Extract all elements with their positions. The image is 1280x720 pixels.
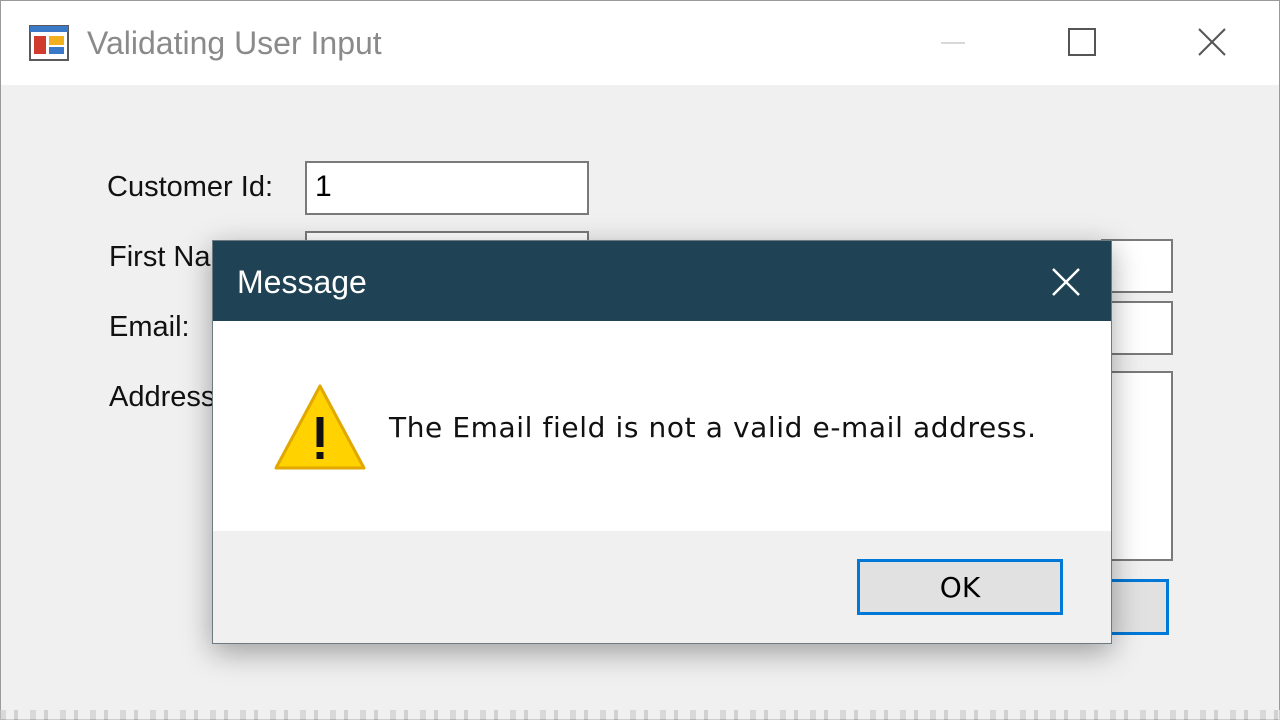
app-icon	[29, 25, 69, 61]
close-icon	[1052, 268, 1080, 296]
close-button[interactable]	[1177, 15, 1247, 71]
submit-button[interactable]	[1109, 579, 1169, 635]
address-label: Address	[109, 381, 216, 413]
close-icon	[1198, 28, 1226, 56]
dialog-body: The Email field is not a valid e-mail ad…	[213, 321, 1111, 531]
email-label: Email:	[109, 311, 190, 343]
customer-id-label: Customer Id:	[107, 171, 273, 203]
first-name-label: First Na	[109, 241, 211, 273]
customer-id-value: 1	[315, 170, 332, 203]
maximize-icon	[1068, 28, 1096, 56]
dialog-message: The Email field is not a valid e-mail ad…	[389, 411, 1037, 444]
window-title: Validating User Input	[87, 25, 382, 61]
warning-icon	[273, 383, 367, 471]
taskbar-edge	[0, 710, 1280, 720]
message-dialog: Message The Email field is not a valid e…	[212, 240, 1112, 644]
dialog-close-button[interactable]	[1039, 257, 1091, 305]
minimize-icon	[941, 42, 965, 44]
dialog-titlebar[interactable]: Message	[213, 241, 1111, 321]
maximize-button[interactable]	[1047, 15, 1117, 71]
minimize-button[interactable]	[917, 15, 987, 71]
customer-id-field[interactable]: 1	[305, 161, 589, 215]
ok-button[interactable]: OK	[857, 559, 1063, 615]
dialog-title: Message	[237, 264, 367, 300]
window-titlebar[interactable]: Validating User Input	[1, 1, 1279, 85]
